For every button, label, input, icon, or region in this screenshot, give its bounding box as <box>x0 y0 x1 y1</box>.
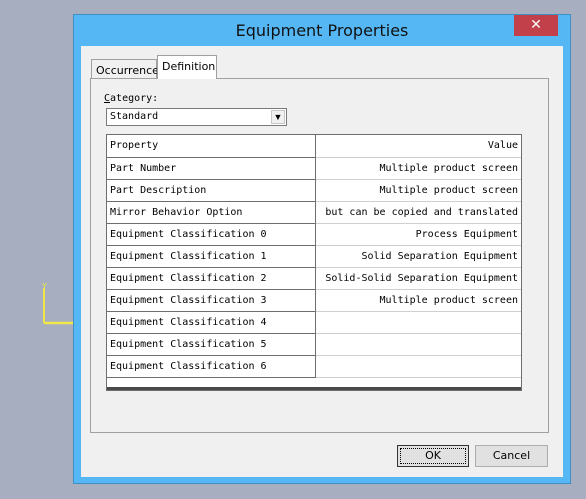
property-value-cell[interactable]: Multiple product screen <box>315 157 521 180</box>
property-value-cell[interactable]: Process Equipment <box>315 223 521 246</box>
property-name-cell: Part Description <box>107 179 316 202</box>
tab-definition[interactable]: Definition <box>157 55 217 79</box>
category-label-text: ategory: <box>110 93 159 104</box>
table-row[interactable]: Equipment Classification 2 Solid-Solid S… <box>107 267 521 290</box>
property-value-cell[interactable] <box>315 311 521 334</box>
dialog-body: Occurrence Definition Category: Standard… <box>81 46 563 477</box>
ok-button[interactable]: OK <box>397 445 469 467</box>
property-value-cell[interactable]: Multiple product screen <box>315 179 521 202</box>
property-name-cell: Equipment Classification 6 <box>107 355 316 378</box>
chevron-down-icon[interactable]: ▼ <box>271 110 285 124</box>
table-row[interactable]: Mirror Behavior Option but can be copied… <box>107 201 521 224</box>
table-row[interactable]: Equipment Classification 0 Process Equip… <box>107 223 521 246</box>
property-value-cell[interactable]: Multiple product screen <box>315 289 521 312</box>
category-selected-value: Standard <box>110 111 159 122</box>
close-icon: ✕ <box>530 17 542 33</box>
property-value-cell[interactable]: Solid Separation Equipment <box>315 245 521 268</box>
tab-occurrence[interactable]: Occurrence <box>91 59 159 78</box>
close-button[interactable]: ✕ <box>514 15 558 36</box>
property-name-cell: Equipment Classification 4 <box>107 311 316 334</box>
property-value-cell[interactable] <box>315 333 521 356</box>
property-value-cell[interactable]: but can be copied and translated <box>315 201 521 224</box>
property-name-cell: Mirror Behavior Option <box>107 201 316 224</box>
definition-panel: Category: Standard ▼ Property Value Part… <box>90 78 549 433</box>
property-name-cell: Part Number <box>107 157 316 180</box>
properties-table: Property Value Part Number Multiple prod… <box>107 135 521 378</box>
column-header-value: Value <box>315 135 521 158</box>
property-name-cell: Equipment Classification 3 <box>107 289 316 312</box>
property-value-cell[interactable]: Solid-Solid Separation Equipment <box>315 267 521 290</box>
property-name-cell: Equipment Classification 0 <box>107 223 316 246</box>
table-row[interactable]: Part Description Multiple product screen <box>107 179 521 202</box>
property-name-cell: Equipment Classification 1 <box>107 245 316 268</box>
properties-grid: Property Value Part Number Multiple prod… <box>106 134 522 391</box>
equipment-properties-dialog: Equipment Properties ✕ Occurrence Defini… <box>73 14 571 484</box>
dialog-titlebar[interactable]: Equipment Properties ✕ <box>74 15 570 46</box>
cancel-button[interactable]: Cancel <box>475 445 548 467</box>
table-row[interactable]: Equipment Classification 5 <box>107 333 521 356</box>
property-name-cell: Equipment Classification 5 <box>107 333 316 356</box>
dialog-title: Equipment Properties <box>235 21 409 40</box>
axis-triad: Y <box>41 282 74 325</box>
table-row[interactable]: Equipment Classification 4 <box>107 311 521 334</box>
column-header-property: Property <box>107 135 316 158</box>
table-row[interactable]: Part Number Multiple product screen <box>107 157 521 180</box>
grid-header-row: Property Value <box>107 135 521 158</box>
category-label: Category: <box>104 93 158 104</box>
category-dropdown[interactable]: Standard ▼ <box>106 108 287 126</box>
table-row[interactable]: Equipment Classification 1 Solid Separat… <box>107 245 521 268</box>
property-value-cell[interactable] <box>315 355 521 378</box>
property-name-cell: Equipment Classification 2 <box>107 267 316 290</box>
y-axis-label: Y <box>41 282 47 291</box>
table-row[interactable]: Equipment Classification 3 Multiple prod… <box>107 289 521 312</box>
table-row[interactable]: Equipment Classification 6 <box>107 355 521 378</box>
